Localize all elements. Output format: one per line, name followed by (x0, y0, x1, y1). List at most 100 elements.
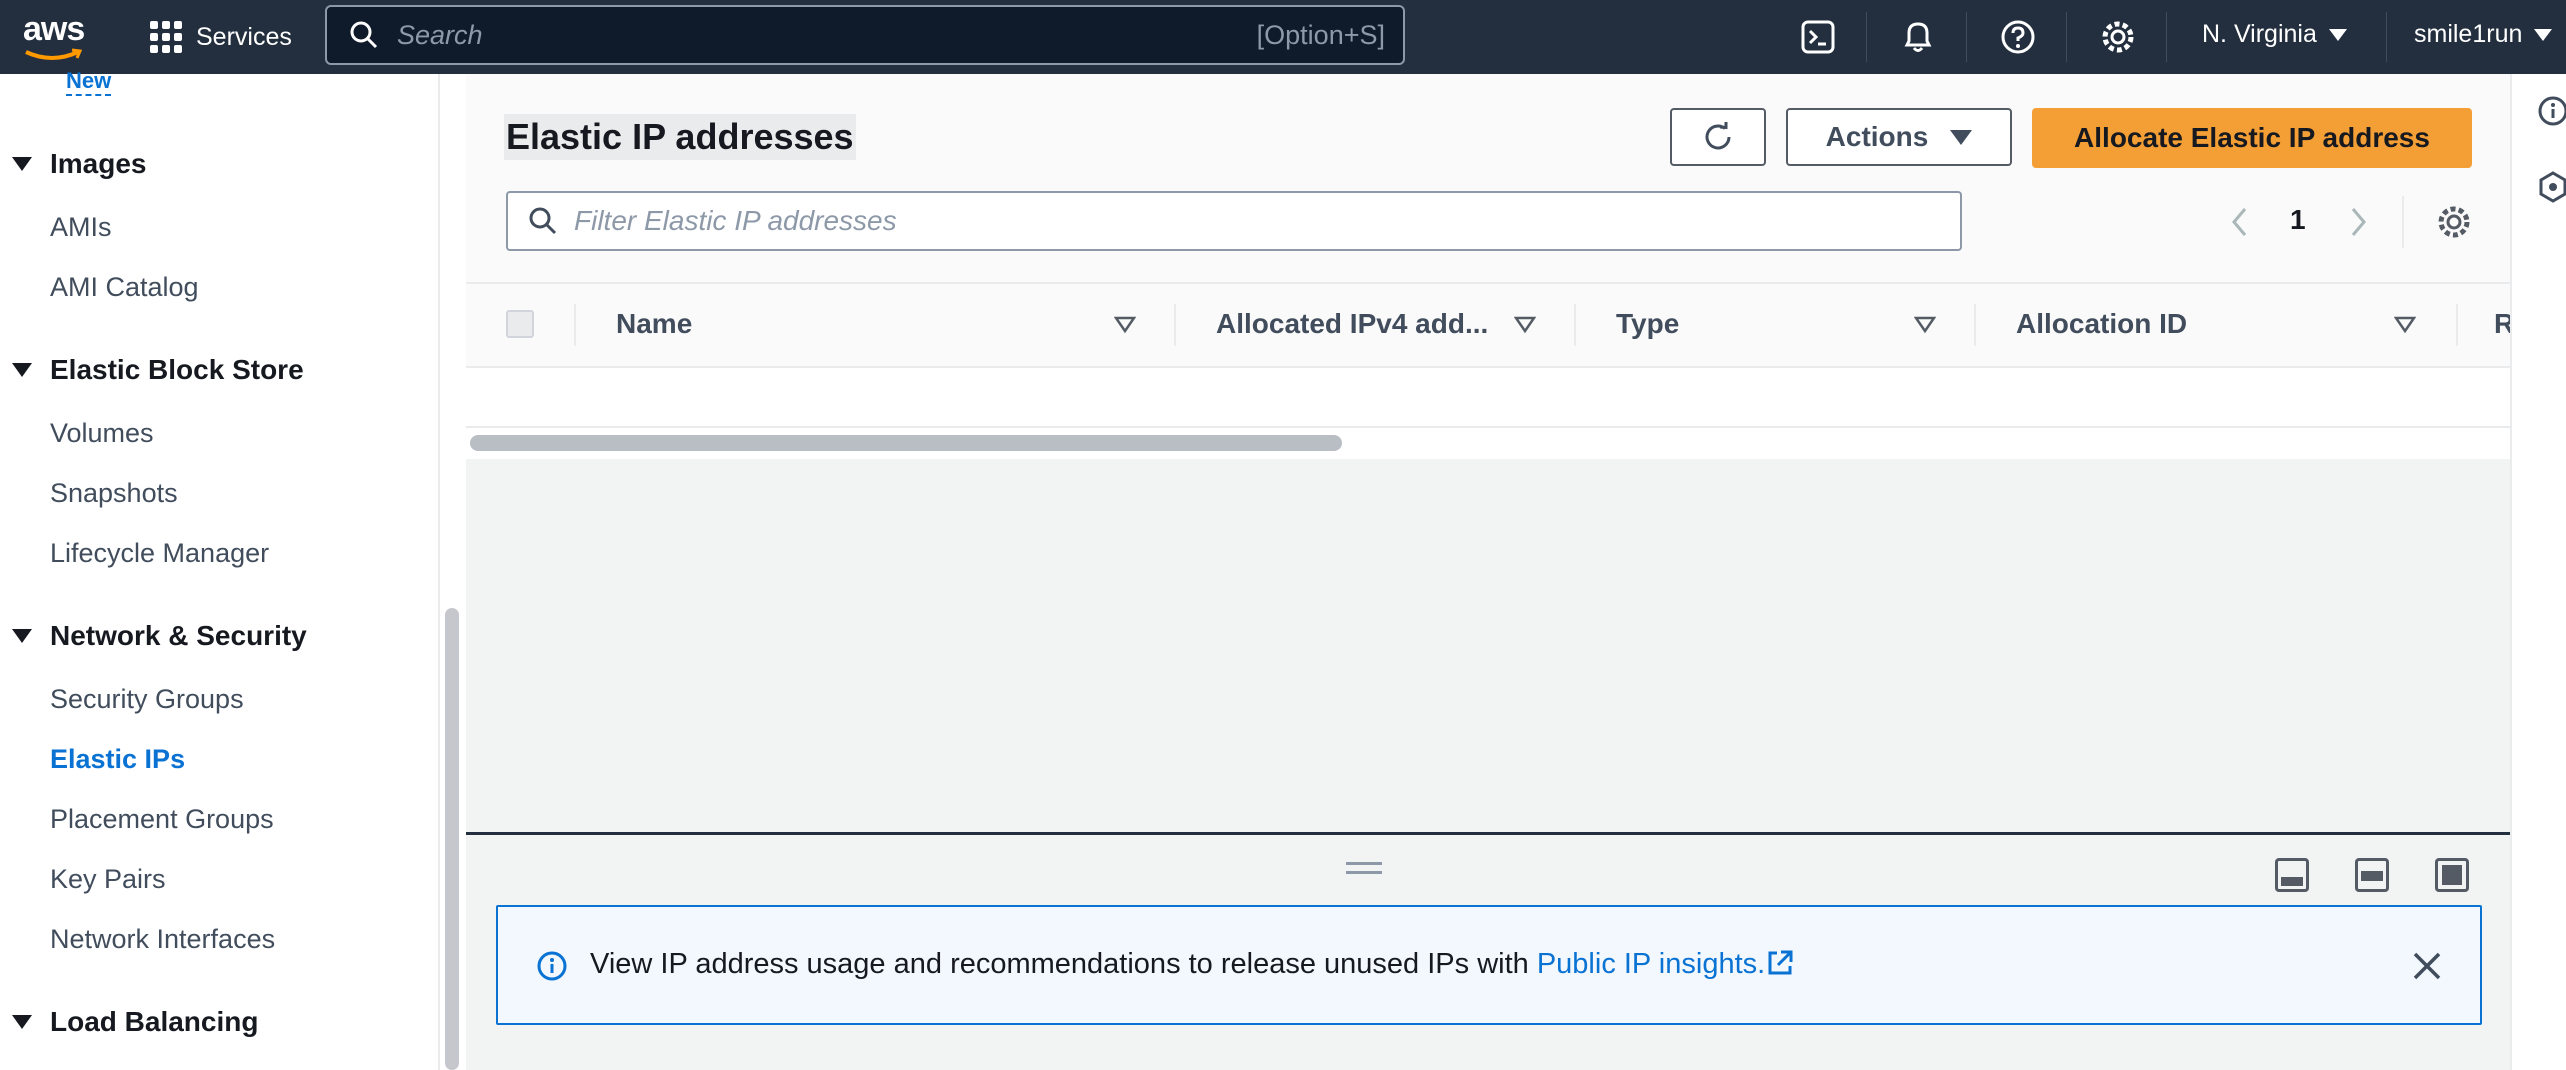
external-link-icon (1768, 950, 1793, 975)
column-divider (1174, 304, 1176, 346)
top-navigation: aws Services Search [Option+S] N. Virgin… (0, 0, 2566, 74)
info-icon (537, 951, 567, 981)
sidebar-section-images[interactable]: Images (12, 148, 147, 180)
alert-message: View IP address usage and recommendation… (590, 948, 1795, 981)
page-title: Elastic IP addresses (504, 114, 856, 160)
split-panel-drag-handle[interactable] (1346, 862, 1382, 874)
public-ip-insights-link[interactable]: Public IP insights. (1537, 948, 1795, 980)
region-label: N. Virginia (2202, 20, 2317, 48)
account-menu[interactable]: smile1run (2414, 20, 2553, 49)
previous-page-button[interactable] (2226, 200, 2254, 244)
settings-icon[interactable] (2098, 17, 2138, 57)
smile-arrow-icon (25, 48, 83, 60)
chevron-left-icon (2232, 208, 2247, 236)
sidebar-item-network-interfaces[interactable]: Network Interfaces (50, 924, 275, 955)
new-badge-link[interactable]: New (66, 68, 112, 96)
aws-logo[interactable]: aws (20, 8, 90, 66)
sort-icon[interactable] (1914, 316, 1936, 334)
table-horizontal-scrollbar[interactable] (470, 435, 1342, 451)
sidebar-item-ami-catalog[interactable]: AMI Catalog (50, 272, 199, 303)
page-number[interactable]: 1 (2290, 204, 2306, 236)
sidebar-section-label: Network & Security (50, 620, 307, 651)
table-preferences-button[interactable] (2434, 200, 2474, 244)
region-selector[interactable]: N. Virginia (2202, 20, 2347, 49)
column-divider (1974, 304, 1976, 346)
column-divider (574, 304, 576, 346)
services-menu-button[interactable]: Services (150, 14, 292, 60)
alert-text: View IP address usage and recommendation… (590, 948, 1537, 980)
select-all-checkbox[interactable] (506, 310, 534, 338)
sidebar-section-label: Load Balancing (50, 1006, 259, 1037)
caret-down-icon (12, 363, 32, 377)
chevron-right-icon (2351, 208, 2366, 236)
link-label: Public IP insights. (1536, 948, 1766, 980)
split-panel-side-button[interactable] (2355, 858, 2389, 892)
actions-dropdown-button[interactable]: Actions (1786, 108, 2012, 166)
search-icon (529, 207, 557, 235)
sidebar-section-label: Images (50, 148, 147, 179)
nav-divider (2066, 12, 2067, 62)
filter-placeholder: Filter Elastic IP addresses (574, 205, 897, 236)
nav-divider (2386, 12, 2387, 62)
sidebar-item-amis[interactable]: AMIs (50, 212, 112, 243)
split-panel-bottom-button[interactable] (2275, 858, 2309, 892)
nav-divider (1866, 12, 1867, 62)
cloudshell-icon[interactable] (1798, 17, 1838, 57)
sort-icon[interactable] (1514, 316, 1536, 334)
caret-down-icon (12, 629, 32, 643)
caret-down-icon (1950, 129, 1973, 145)
sidebar-item-key-pairs[interactable]: Key Pairs (50, 864, 166, 895)
services-label: Services (196, 22, 292, 51)
refresh-icon (1705, 122, 1731, 150)
caret-down-icon (12, 1015, 32, 1029)
sidebar-item-volumes[interactable]: Volumes (50, 418, 154, 449)
sidebar-item-elastic-ips[interactable]: Elastic IPs (50, 744, 185, 775)
sidebar-section-network-security[interactable]: Network & Security (12, 620, 307, 652)
sidebar-item-snapshots[interactable]: Snapshots (50, 478, 178, 509)
sidebar-item-placement-groups[interactable]: Placement Groups (50, 804, 274, 835)
caret-down-icon (12, 157, 32, 171)
search-input[interactable]: Search [Option+S] (325, 5, 1405, 65)
sidebar-section-label: Elastic Block Store (50, 354, 304, 385)
actions-label: Actions (1825, 121, 1929, 152)
sort-icon[interactable] (1114, 316, 1136, 334)
grid-icon (150, 21, 182, 53)
bell-icon[interactable] (1898, 17, 1938, 57)
settings-icon (2438, 206, 2470, 238)
table-empty-row (466, 370, 2510, 428)
account-label: smile1run (2414, 20, 2523, 48)
column-divider (2456, 304, 2458, 346)
aws-logo-text: aws (23, 10, 85, 48)
help-icon[interactable] (1998, 17, 2038, 57)
nav-divider (1966, 12, 1967, 62)
column-divider (1574, 304, 1576, 346)
nav-divider (2166, 12, 2167, 62)
split-panel-full-button[interactable] (2435, 858, 2469, 892)
close-icon[interactable] (2410, 949, 2444, 983)
info-icon[interactable] (2536, 94, 2566, 128)
column-header-allocated-ipv4[interactable]: Allocated IPv4 add... (1216, 308, 1488, 340)
search-icon (350, 21, 378, 49)
refresh-button[interactable] (1670, 108, 1766, 166)
info-alert: View IP address usage and recommendation… (496, 905, 2482, 1025)
column-header-name[interactable]: Name (616, 308, 692, 340)
table-header-area (466, 74, 2510, 284)
search-shortcut: [Option+S] (1256, 19, 1385, 50)
chevron-down-icon (2534, 28, 2553, 41)
sidebar-scrollbar[interactable] (445, 608, 459, 1070)
allocate-elastic-ip-button[interactable]: Allocate Elastic IP address (2032, 108, 2472, 168)
sidebar-section-ebs[interactable]: Elastic Block Store (12, 354, 304, 386)
hexagon-icon[interactable] (2536, 170, 2566, 204)
filter-input[interactable]: Filter Elastic IP addresses (506, 191, 1962, 251)
allocate-label: Allocate Elastic IP address (2074, 122, 2430, 153)
sidebar-item-security-groups[interactable]: Security Groups (50, 684, 244, 715)
sidebar-section-load-balancing[interactable]: Load Balancing (12, 1006, 258, 1038)
chevron-down-icon (2328, 28, 2347, 41)
next-page-button[interactable] (2344, 200, 2372, 244)
column-header-allocation-id[interactable]: Allocation ID (2016, 308, 2187, 340)
column-header-type[interactable]: Type (1616, 308, 1679, 340)
search-placeholder: Search (397, 19, 483, 50)
right-rail (2510, 74, 2566, 1070)
sidebar-item-lifecycle-manager[interactable]: Lifecycle Manager (50, 538, 269, 569)
sort-icon[interactable] (2394, 316, 2416, 334)
